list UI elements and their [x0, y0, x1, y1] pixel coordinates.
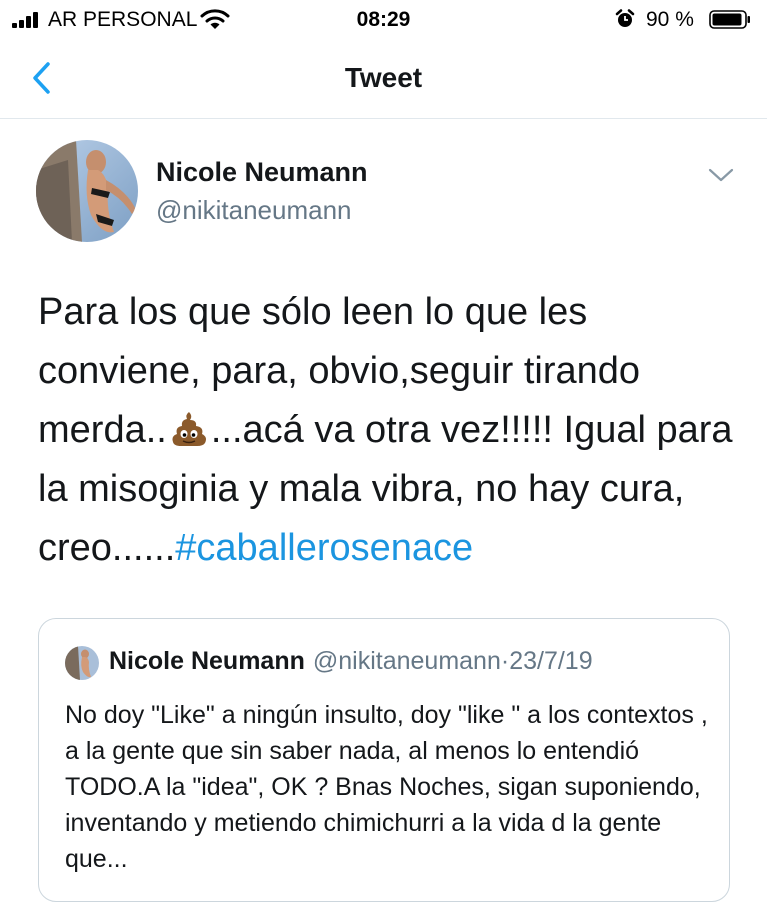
quoted-author-name: Nicole Neumann [109, 647, 305, 675]
author-handle[interactable]: @nikitaneumann [156, 195, 352, 226]
battery-percent: 90 % [646, 8, 694, 31]
avatar-image [36, 140, 138, 242]
quoted-tweet[interactable]: Nicole Neumann @nikitaneumann·23/7/19 No … [38, 618, 730, 902]
page-title: Tweet [344, 62, 423, 93]
quoted-date: 23/7/19 [509, 647, 593, 675]
tweet-text: Para los que sólo leen lo que les convie… [38, 283, 738, 578]
avatar[interactable] [36, 140, 138, 242]
quoted-text: No doy "Like" a ningún insulto, doy "lik… [65, 701, 708, 873]
chevron-down-icon[interactable] [707, 166, 735, 184]
quoted-author-handle: @nikitaneumann [312, 647, 501, 675]
quoted-separator: · [500, 647, 510, 675]
battery-icon [709, 10, 750, 29]
alarm-icon [615, 9, 635, 27]
author-name[interactable]: Nicole Neumann [156, 157, 368, 188]
quoted-header: Nicole Neumann @nikitaneumann·23/7/19 [109, 647, 593, 676]
status-bar: AR PERSONAL 08:29 90 % [0, 0, 767, 40]
quoted-avatar-image [65, 646, 99, 680]
quoted-avatar[interactable] [65, 646, 99, 680]
pile-of-poo-icon [172, 412, 206, 446]
hashtag-link[interactable]: #caballerosenace [175, 527, 473, 569]
nav-bar: Tweet [0, 40, 767, 119]
